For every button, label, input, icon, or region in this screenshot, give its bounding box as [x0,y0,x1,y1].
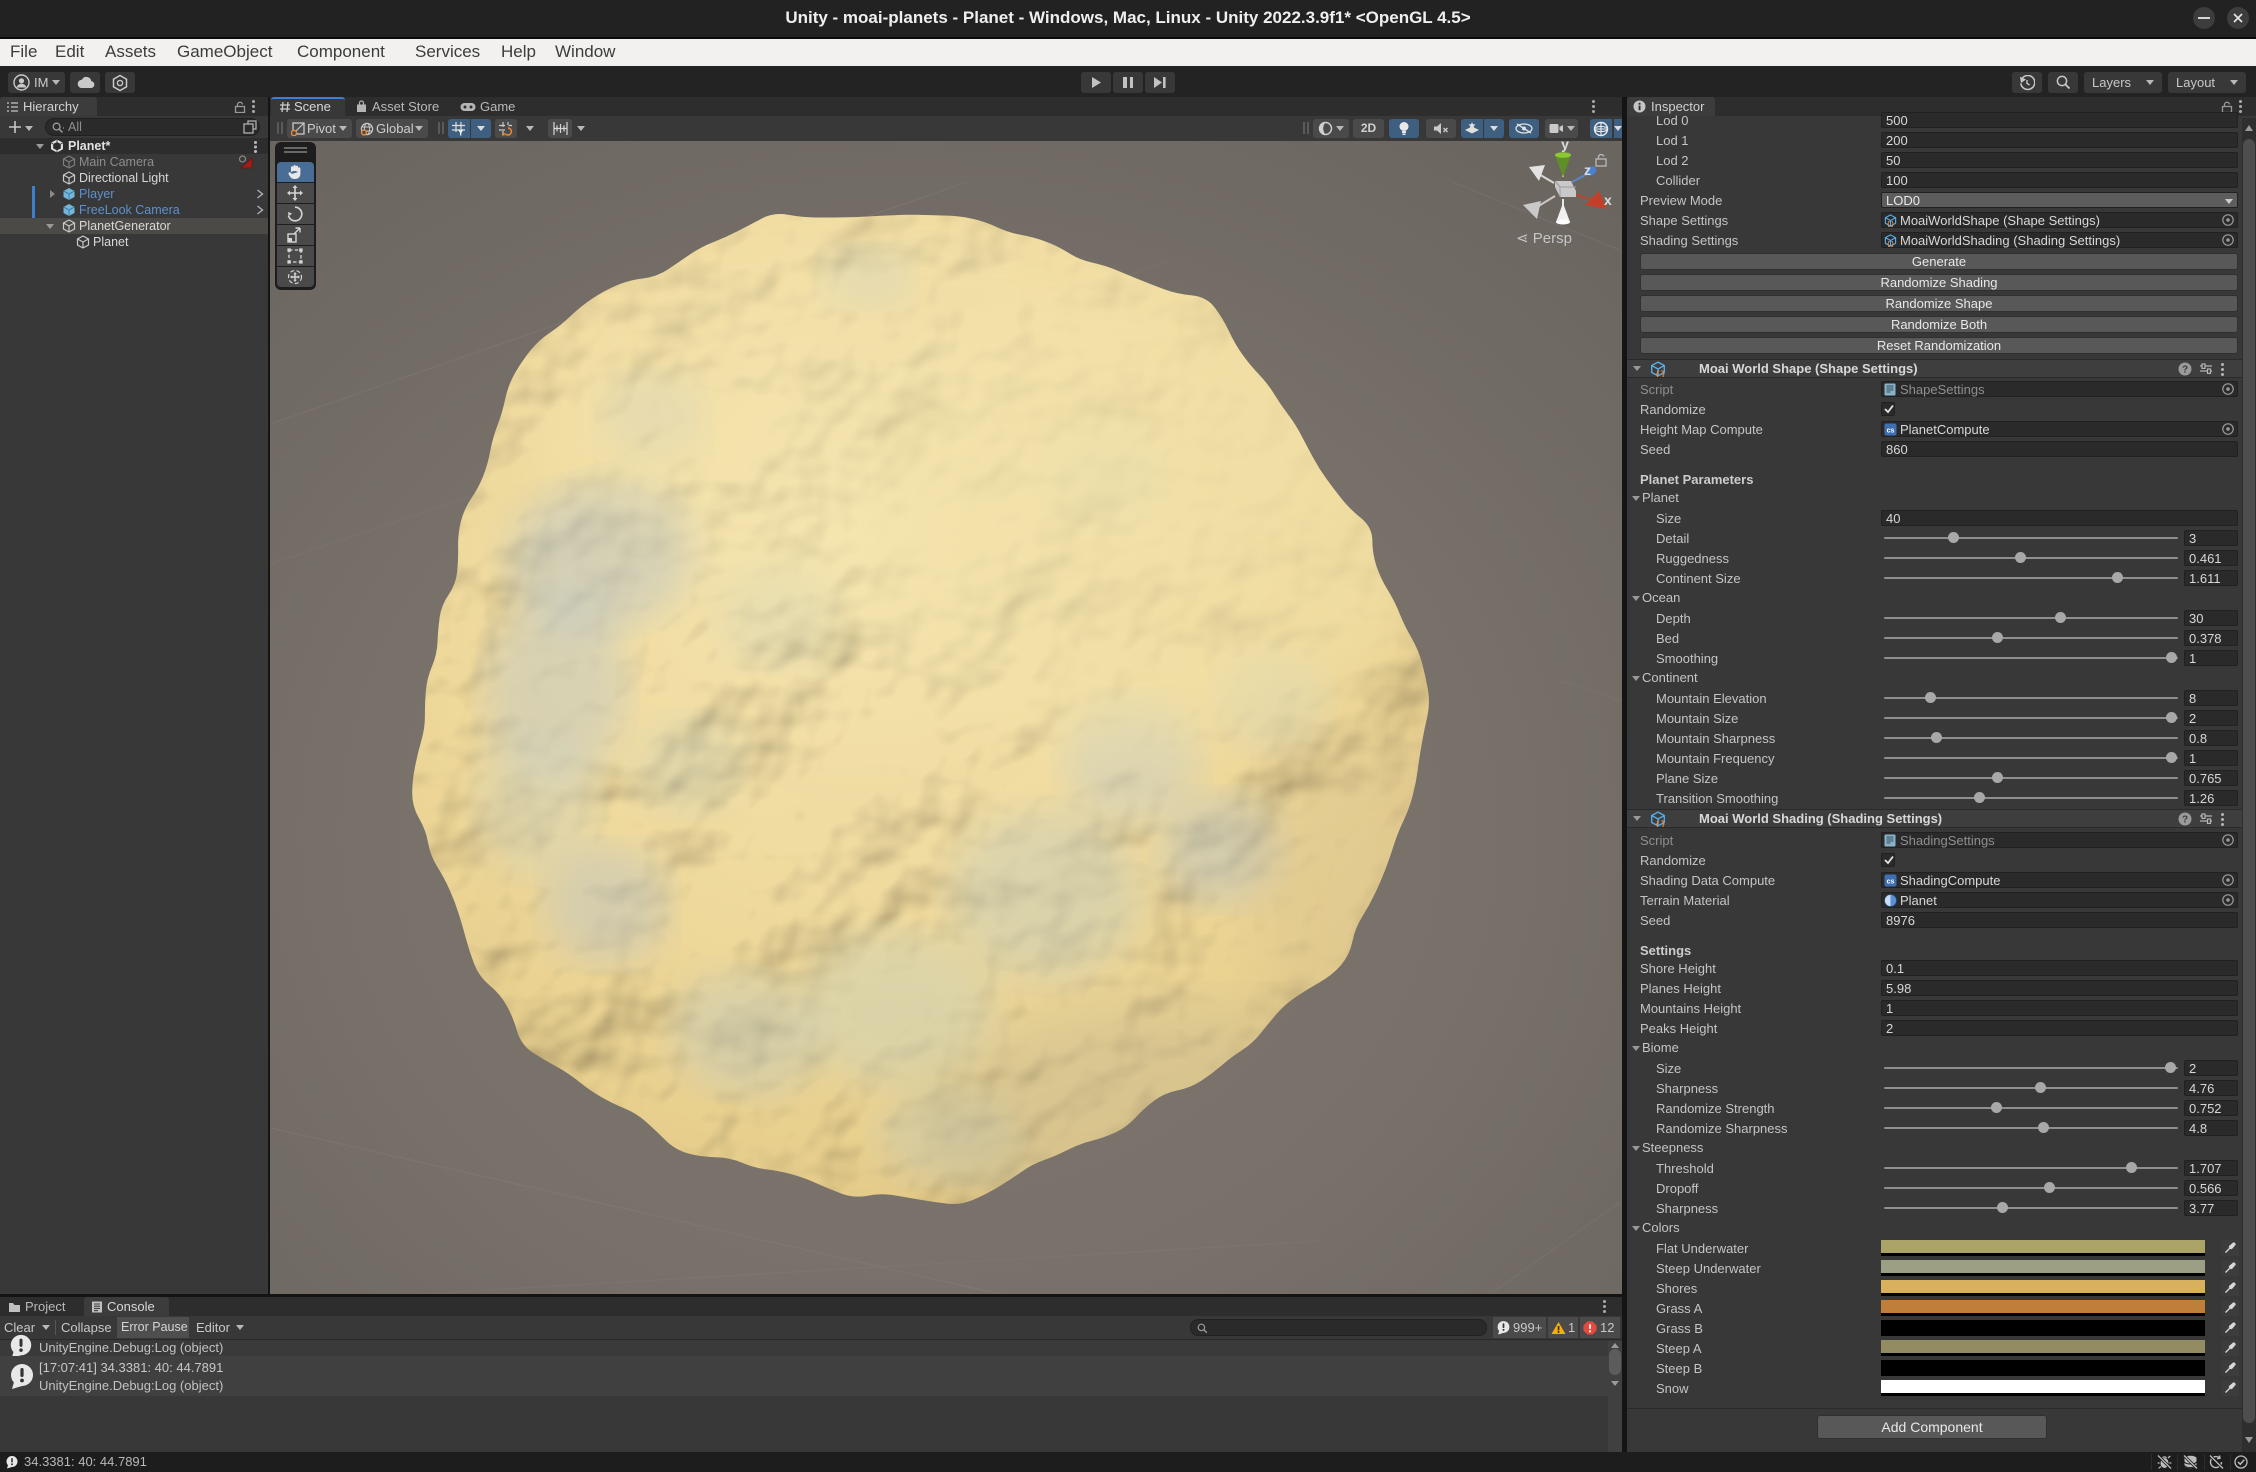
svg-text:{}: {} [1655,819,1665,827]
svg-text:cs: cs [1887,428,1895,435]
svg-text:{}: {} [1655,369,1665,377]
svg-text:⋖ Persp: ⋖ Persp [1516,230,1572,247]
svg-text:?: ? [2182,365,2188,376]
svg-text:Y: Y [458,129,464,137]
svg-text:x: x [1604,192,1612,208]
svg-text:z: z [1584,162,1591,178]
svg-text:cs: cs [1887,879,1895,886]
svg-text:?: ? [2182,815,2188,826]
svg-text:{}: {} [1887,241,1895,247]
svg-text:{}: {} [1887,221,1895,227]
svg-text:y: y [1561,141,1569,152]
